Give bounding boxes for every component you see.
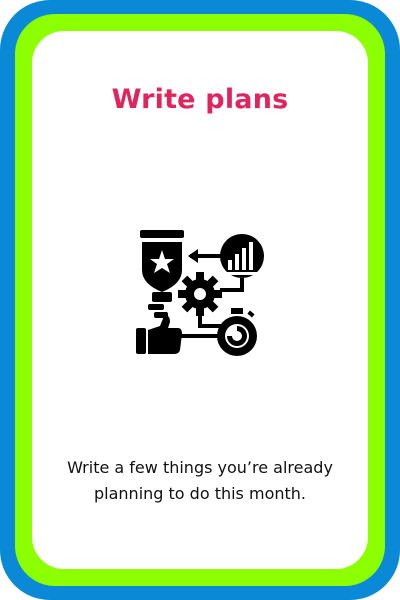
- card-title: Write plans: [111, 84, 289, 115]
- goal-planning-icon: [130, 226, 270, 366]
- card-description: Write a few things you’re already planni…: [67, 458, 333, 503]
